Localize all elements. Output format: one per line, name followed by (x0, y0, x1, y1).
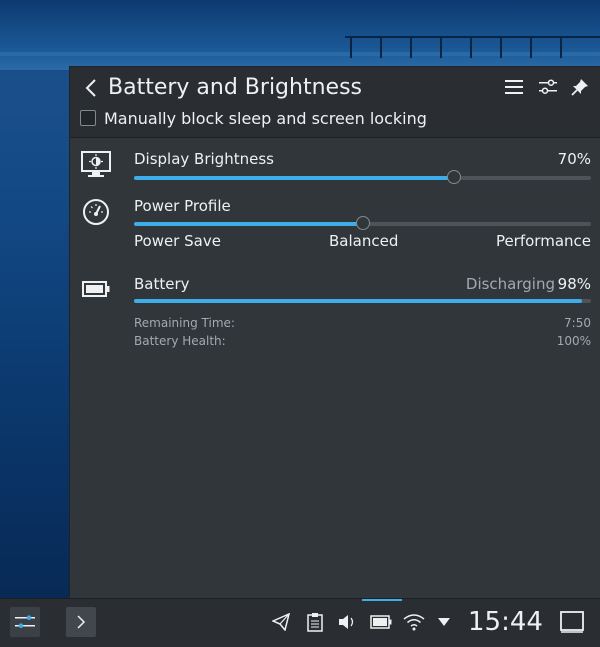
block-sleep-label: Manually block sleep and screen locking (104, 108, 427, 128)
power-profile-icon (80, 196, 112, 228)
configure-button[interactable] (536, 75, 560, 99)
remaining-time-label: Remaining Time: (134, 316, 235, 330)
battery-tray-icon (370, 615, 392, 629)
power-profile-option-performance[interactable]: Performance (496, 232, 591, 250)
settings-sliders-icon (15, 615, 35, 628)
hamburger-menu-button[interactable] (502, 75, 526, 99)
caret-down-icon (438, 618, 450, 626)
battery-brightness-popup: Battery and Brightness Manually block sl… (69, 66, 600, 599)
brightness-value: 70% (557, 150, 591, 168)
wallpaper-pier-post (560, 36, 562, 58)
show-hidden-icons-button[interactable] (434, 611, 454, 633)
wifi-icon (403, 614, 425, 631)
paper-plane-icon (272, 613, 290, 631)
wallpaper-sky (0, 0, 600, 70)
wallpaper-pier-post (530, 36, 532, 58)
power-profile-option-power-save[interactable]: Power Save (134, 232, 221, 250)
block-sleep-checkbox[interactable] (80, 110, 96, 126)
clipboard-tray-button[interactable] (304, 611, 326, 633)
pin-button[interactable] (568, 75, 592, 99)
wallpaper-pier-post (500, 36, 502, 58)
network-tray-button[interactable] (402, 611, 426, 633)
wallpaper-pier-post (470, 36, 472, 58)
battery-health-value: 100% (556, 334, 591, 348)
wallpaper-pier-post (410, 36, 412, 58)
task-manager-button[interactable] (66, 607, 96, 637)
brightness-slider[interactable] (134, 170, 591, 184)
speaker-icon (339, 615, 354, 629)
chevron-left-icon (85, 79, 96, 97)
popup-header: Battery and Brightness Manually block sl… (70, 67, 600, 138)
battery-label: Battery (134, 275, 190, 293)
show-desktop-button[interactable] (558, 608, 586, 636)
volume-tray-button[interactable] (336, 611, 358, 633)
brightness-slider-handle[interactable] (446, 170, 461, 184)
wallpaper-pier-post (350, 36, 352, 58)
power-profile-slider-handle[interactable] (355, 216, 370, 230)
chevron-right-icon (77, 615, 86, 629)
battery-status: Discharging (465, 275, 555, 293)
battery-charge-fill (134, 299, 582, 303)
wallpaper-pier-post (380, 36, 382, 58)
battery-percent: 98% (557, 275, 591, 293)
application-launcher-button[interactable] (10, 607, 40, 637)
wallpaper-horizon (0, 52, 600, 56)
block-sleep-checkbox-row[interactable]: Manually block sleep and screen locking (80, 107, 427, 129)
pin-icon (571, 79, 588, 96)
power-profile-option-balanced[interactable]: Balanced (329, 232, 398, 250)
show-desktop-icon (560, 611, 584, 633)
battery-health-label: Battery Health: (134, 334, 226, 348)
wallpaper-pier-post (440, 36, 442, 58)
active-applet-indicator (362, 599, 402, 601)
taskbar: 15:44 (0, 598, 600, 647)
digital-clock[interactable]: 15:44 (468, 605, 543, 639)
battery-tray-button[interactable] (368, 611, 394, 633)
battery-icon (80, 273, 112, 305)
back-button[interactable] (78, 75, 104, 101)
telegram-tray-button[interactable] (270, 611, 292, 633)
brightness-slider-fill (134, 176, 454, 180)
brightness-label: Display Brightness (134, 150, 274, 168)
power-profile-slider-fill (134, 222, 363, 226)
hamburger-menu-icon (505, 80, 523, 94)
battery-charge-bar (134, 299, 591, 303)
power-profile-label: Power Profile (134, 197, 231, 215)
clipboard-icon (307, 613, 323, 632)
sliders-icon (539, 79, 557, 94)
popup-title: Battery and Brightness (108, 75, 362, 100)
power-profile-slider[interactable] (134, 216, 591, 230)
display-brightness-icon (80, 149, 112, 181)
remaining-time-value: 7:50 (564, 316, 591, 330)
